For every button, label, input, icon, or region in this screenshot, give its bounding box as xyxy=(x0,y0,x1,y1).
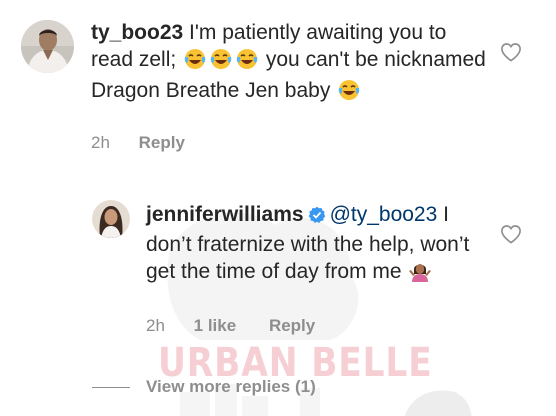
avatar-photo xyxy=(21,20,74,73)
avatar-photo xyxy=(92,200,130,238)
like-heart-icon[interactable] xyxy=(500,224,522,249)
reply-username[interactable]: jenniferwilliams xyxy=(146,203,304,226)
reply-text: jenniferwilliams @ty_boo23 I don’t frater… xyxy=(146,201,486,289)
laughing-crying-emoji-icon xyxy=(338,79,360,108)
laughing-crying-emoji-icon xyxy=(210,48,232,77)
view-more-replies-button[interactable]: View more replies (1) xyxy=(92,377,316,397)
divider-line xyxy=(92,387,130,389)
avatar[interactable] xyxy=(92,200,130,238)
comment-timestamp: 2h xyxy=(91,133,110,152)
comment-meta: 2h Reply xyxy=(91,133,185,153)
like-heart-icon[interactable] xyxy=(500,42,522,67)
avatar[interactable] xyxy=(21,20,74,73)
reply-button[interactable]: Reply xyxy=(139,133,185,153)
reply-timestamp: 2h xyxy=(146,316,165,335)
reply-button[interactable]: Reply xyxy=(269,316,315,336)
mention-link[interactable]: @ty_boo23 xyxy=(330,203,438,226)
like-count-button[interactable]: 1 like xyxy=(194,316,237,336)
reply-meta: 2h 1 like Reply xyxy=(146,316,315,336)
view-more-replies-label: View more replies (1) xyxy=(146,377,316,396)
woman-shrugging-emoji-icon xyxy=(409,260,432,289)
laughing-crying-emoji-icon xyxy=(236,48,258,77)
comment-username[interactable]: ty_boo23 xyxy=(91,21,183,44)
verified-badge-icon xyxy=(308,204,326,231)
laughing-crying-emoji-icon xyxy=(184,48,206,77)
comment-text: ty_boo23 I'm patiently awaiting you to r… xyxy=(91,19,491,108)
